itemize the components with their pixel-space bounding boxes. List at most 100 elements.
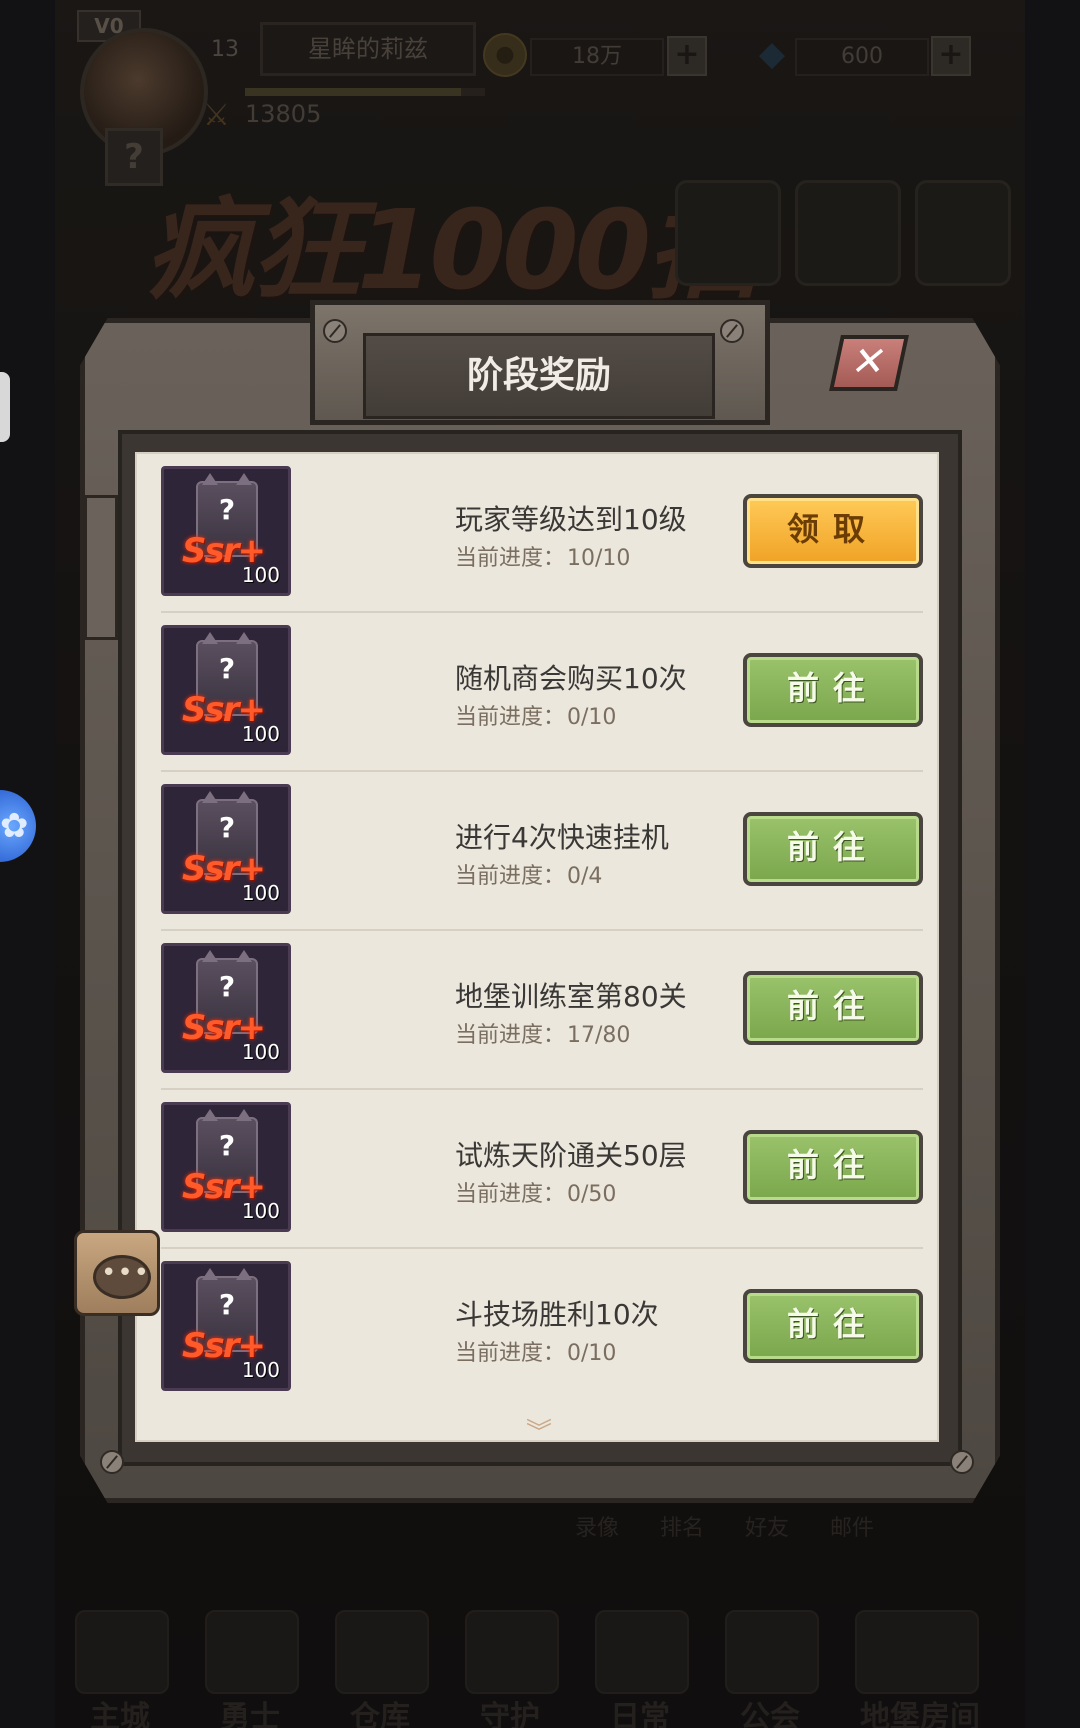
gem-icon: ◆: [758, 34, 786, 74]
task-name: 地堡训练室第80关: [455, 980, 687, 1013]
question-mark-icon: ?: [218, 970, 236, 1003]
reward-count: 100: [241, 881, 280, 905]
mail-link[interactable]: 邮件: [830, 1510, 874, 1542]
progress-label: 当前进度：: [455, 705, 566, 730]
ssr-reward-icon[interactable]: ? Ssr+ 100: [161, 1102, 291, 1232]
beast-icon: [465, 1610, 559, 1694]
task-progress: 当前进度：0/50: [455, 1176, 616, 1208]
question-mark-icon: ?: [218, 811, 236, 844]
progress-value: 10/10: [567, 546, 631, 571]
task-row-5: ? Ssr+ 100 试炼天阶通关50层 当前进度：0/50 前往: [137, 1090, 937, 1249]
nav-bunker-room[interactable]: 地堡房间: [835, 1600, 1005, 1728]
nav-main-city[interactable]: 主城: [55, 1600, 185, 1728]
screw-icon: [950, 1450, 974, 1474]
nav-daily[interactable]: 日常: [575, 1600, 705, 1728]
question-mark-icon: ?: [218, 493, 236, 526]
crate-icon: [335, 1610, 429, 1694]
ssr-reward-icon[interactable]: ? Ssr+ 100: [161, 466, 291, 596]
close-icon: ✕: [847, 339, 891, 385]
ssr-reward-icon[interactable]: ? Ssr+ 100: [161, 625, 291, 755]
screw-icon: [323, 319, 347, 343]
claim-button[interactable]: 领取: [743, 494, 923, 568]
chat-button[interactable]: •••: [74, 1230, 160, 1316]
progress-label: 当前进度：: [455, 1023, 566, 1048]
progress-value: 0/4: [567, 864, 603, 889]
task-name: 进行4次快速挂机: [455, 821, 669, 854]
go-button[interactable]: 前往: [743, 812, 923, 886]
task-list[interactable]: ? Ssr+ 100 玩家等级达到10级 当前进度：10/10 领取 ? Ssr…: [135, 452, 939, 1442]
task-name: 试炼天阶通关50层: [455, 1139, 687, 1172]
castle-icon: [75, 1610, 169, 1694]
player-name: 星眸的莉兹: [260, 22, 476, 76]
player-level: 13: [211, 37, 239, 62]
reward-count: 100: [241, 1199, 280, 1223]
rank-link[interactable]: 排名: [660, 1510, 704, 1542]
progress-value: 0/10: [567, 1341, 617, 1366]
question-mark-icon: ?: [218, 652, 236, 685]
go-button[interactable]: 前往: [743, 1130, 923, 1204]
chat-dots: •••: [101, 1258, 151, 1288]
task-row-2: ? Ssr+ 100 随机商会购买10次 当前进度：0/10 前往: [137, 613, 937, 772]
task-progress: 当前进度：17/80: [455, 1017, 630, 1049]
reward-count: 100: [241, 1358, 280, 1382]
progress-value: 0/10: [567, 705, 617, 730]
question-mark-icon: ?: [218, 1129, 236, 1162]
add-gold-button[interactable]: +: [667, 36, 707, 76]
gold-coin-icon: ●: [483, 33, 527, 77]
task-name: 随机商会购买10次: [455, 662, 687, 695]
nav-guild[interactable]: 公会: [705, 1600, 835, 1728]
replay-link[interactable]: 录像: [575, 1510, 619, 1542]
ssr-reward-icon[interactable]: ? Ssr+ 100: [161, 1261, 291, 1391]
task-progress: 当前进度：0/4: [455, 858, 602, 890]
add-gems-button[interactable]: +: [931, 36, 971, 76]
scroll-down-chevron-icon[interactable]: ︾: [519, 1412, 559, 1440]
bottom-nav: 主城 勇士 仓库 守护 日常 公会 地堡房间: [55, 1600, 1025, 1728]
nav-warriors[interactable]: 勇士: [185, 1600, 315, 1728]
bunker-icon: [855, 1610, 979, 1694]
ssr-reward-icon[interactable]: ? Ssr+ 100: [161, 784, 291, 914]
stage-reward-dialog: 阶段奖励 ✕ ? Ssr+ 100 玩家等级达到10级 当前进度：10/10 领…: [80, 300, 1000, 1505]
task-progress: 当前进度：0/10: [455, 699, 616, 731]
friends-link[interactable]: 好友: [745, 1510, 789, 1542]
question-mark-icon: ?: [218, 1288, 236, 1321]
progress-label: 当前进度：: [455, 1341, 566, 1366]
task-row-1: ? Ssr+ 100 玩家等级达到10级 当前进度：10/10 领取: [137, 454, 937, 613]
event-icon-barrel[interactable]: [795, 180, 901, 286]
gem-amount: 600: [795, 38, 929, 76]
frame-clip: [84, 495, 118, 640]
nav-warehouse[interactable]: 仓库: [315, 1600, 445, 1728]
floating-hex-widget[interactable]: [0, 372, 10, 442]
close-button[interactable]: ✕: [829, 335, 909, 391]
reward-count: 100: [241, 1040, 280, 1064]
calendar-icon: [595, 1610, 689, 1694]
event-banner-title[interactable]: 疯狂1000抽: [145, 160, 757, 320]
task-name: 玩家等级达到10级: [455, 503, 687, 536]
task-progress: 当前进度：0/10: [455, 1335, 616, 1367]
progress-label: 当前进度：: [455, 546, 566, 571]
combat-power: 13805: [245, 100, 322, 128]
screw-icon: [720, 319, 744, 343]
task-progress: 当前进度：10/10: [455, 540, 630, 572]
floating-assist-ball-icon[interactable]: ✿: [0, 790, 36, 862]
task-name: 斗技场胜利10次: [455, 1298, 659, 1331]
progress-value: 0/50: [567, 1182, 617, 1207]
helmet-icon: [205, 1610, 299, 1694]
event-icon-shield[interactable]: [915, 180, 1011, 286]
go-button[interactable]: 前往: [743, 653, 923, 727]
progress-label: 当前进度：: [455, 1182, 566, 1207]
dialog-title: 阶段奖励: [363, 333, 715, 419]
go-button[interactable]: 前往: [743, 971, 923, 1045]
nav-guardian[interactable]: 守护: [445, 1600, 575, 1728]
task-row-6: ? Ssr+ 100 斗技场胜利10次 当前进度：0/10 前往: [137, 1249, 937, 1408]
sword-icon: ⚔: [203, 98, 230, 133]
gold-amount: 18万: [530, 38, 664, 76]
screw-icon: [100, 1450, 124, 1474]
ssr-reward-icon[interactable]: ? Ssr+ 100: [161, 943, 291, 1073]
progress-label: 当前进度：: [455, 864, 566, 889]
task-row-4: ? Ssr+ 100 地堡训练室第80关 当前进度：17/80 前往: [137, 931, 937, 1090]
reward-count: 100: [241, 722, 280, 746]
reward-count: 100: [241, 563, 280, 587]
go-button[interactable]: 前往: [743, 1289, 923, 1363]
task-row-3: ? Ssr+ 100 进行4次快速挂机 当前进度：0/4 前往: [137, 772, 937, 931]
event-icon-cannon[interactable]: [675, 180, 781, 286]
